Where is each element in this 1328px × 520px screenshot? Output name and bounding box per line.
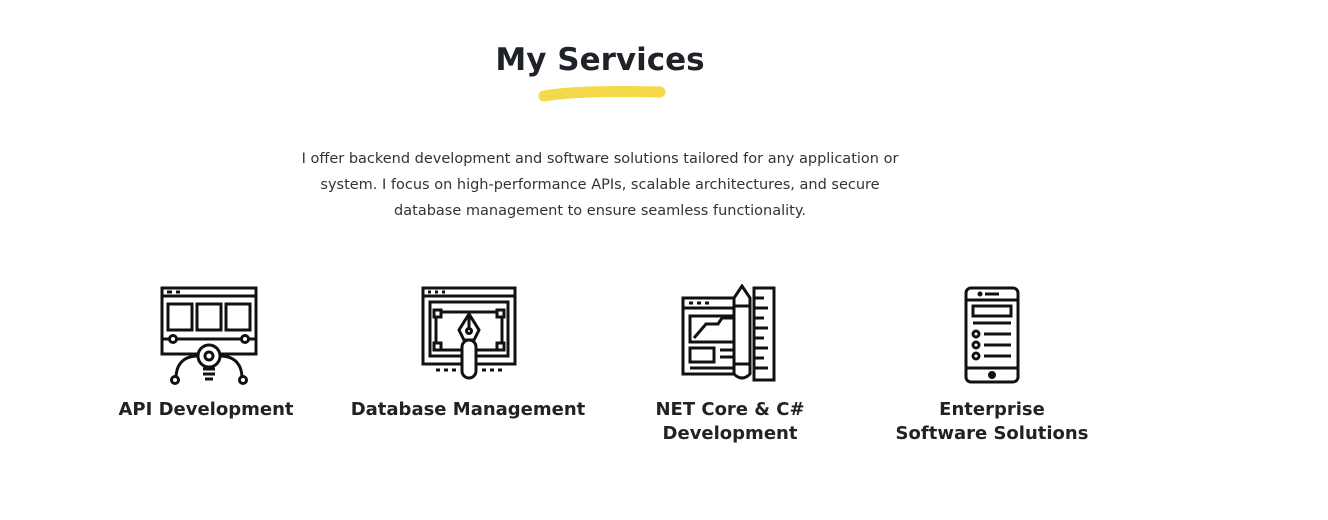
services-section: My Services I offer backend development … — [0, 0, 1328, 520]
section-title: My Services — [495, 42, 705, 78]
title-underline-decoration — [538, 86, 666, 102]
section-description: I offer backend development and software… — [301, 151, 899, 219]
service-label: Enterprise Software Solutions — [895, 399, 1089, 444]
service-card-database-management: Database Management — [348, 284, 588, 422]
design-tools-icon — [681, 284, 776, 382]
service-card-api-development: API Development — [86, 284, 326, 422]
mobile-app-icon — [964, 286, 1020, 384]
service-label: NET Core & C# Development — [655, 399, 805, 444]
vector-pen-tool-icon — [421, 286, 517, 380]
service-label: API Development — [118, 399, 294, 420]
service-card-enterprise-software: Enterprise Software Solutions — [872, 284, 1112, 446]
service-card-net-core-development: NET Core & C# Development — [610, 284, 850, 446]
service-label: Database Management — [350, 399, 586, 420]
api-wireframe-icon — [160, 286, 258, 385]
